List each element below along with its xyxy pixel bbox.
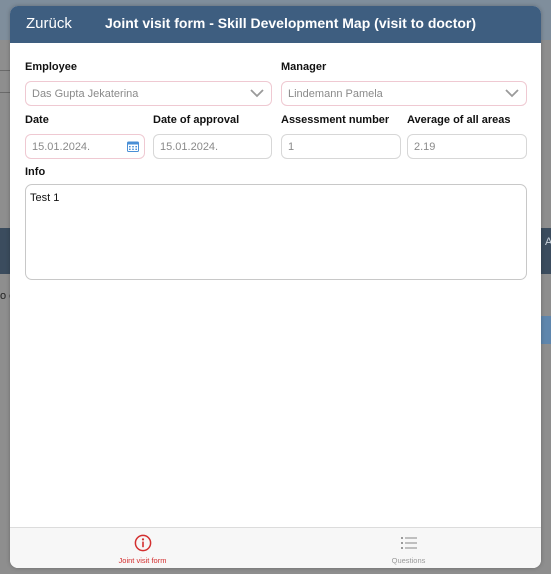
average-label: Average of all areas	[407, 114, 511, 126]
assessment-number-value: 1	[288, 141, 295, 153]
manager-select[interactable]: Lindemann Pamela	[281, 81, 527, 106]
info-value: Test 1	[30, 192, 60, 204]
manager-label: Manager	[281, 61, 327, 73]
background-divider	[0, 92, 10, 93]
date-field[interactable]: 15.01.2024.	[25, 134, 145, 159]
list-icon	[400, 537, 417, 549]
average-field: 2.19	[407, 134, 527, 159]
manager-value: Lindemann Pamela	[288, 88, 383, 100]
background-text: A	[545, 236, 551, 248]
tab-bar: Joint visit form Questions	[10, 527, 541, 568]
average-value: 2.19	[414, 141, 436, 153]
employee-label: Employee	[25, 61, 77, 73]
info-textarea[interactable]: Test 1	[25, 184, 527, 280]
date-of-approval-field: 15.01.2024.	[153, 134, 272, 159]
info-label: Info	[25, 166, 46, 178]
tab-joint-visit-form[interactable]: Joint visit form	[10, 528, 275, 568]
date-of-approval-value: 15.01.2024.	[160, 141, 219, 153]
info-circle-icon	[134, 534, 151, 552]
joint-visit-modal: Zurück Joint visit form - Skill Developm…	[10, 6, 541, 568]
background-button	[541, 316, 551, 344]
chevron-down-icon	[505, 89, 519, 98]
chevron-down-icon	[250, 89, 264, 98]
background-divider	[0, 70, 10, 71]
employee-select[interactable]: Das Gupta Jekaterina	[25, 81, 272, 106]
assessment-number-field: 1	[281, 134, 401, 159]
tab-questions[interactable]: Questions	[276, 528, 541, 568]
date-value: 15.01.2024.	[32, 141, 91, 153]
calendar-icon[interactable]	[127, 141, 139, 152]
modal-header: Zurück Joint visit form - Skill Developm…	[10, 6, 541, 43]
employee-value: Das Gupta Jekaterina	[32, 88, 139, 100]
assessment-number-label: Assessment number	[281, 114, 390, 126]
back-button[interactable]: Zurück	[26, 15, 72, 32]
page-title: Joint visit form - Skill Development Map…	[105, 15, 477, 31]
date-of-approval-label: Date of approval	[153, 114, 240, 126]
date-label: Date	[25, 114, 49, 126]
tab-label: Questions	[391, 556, 426, 565]
tab-label: Joint visit form	[118, 556, 167, 565]
